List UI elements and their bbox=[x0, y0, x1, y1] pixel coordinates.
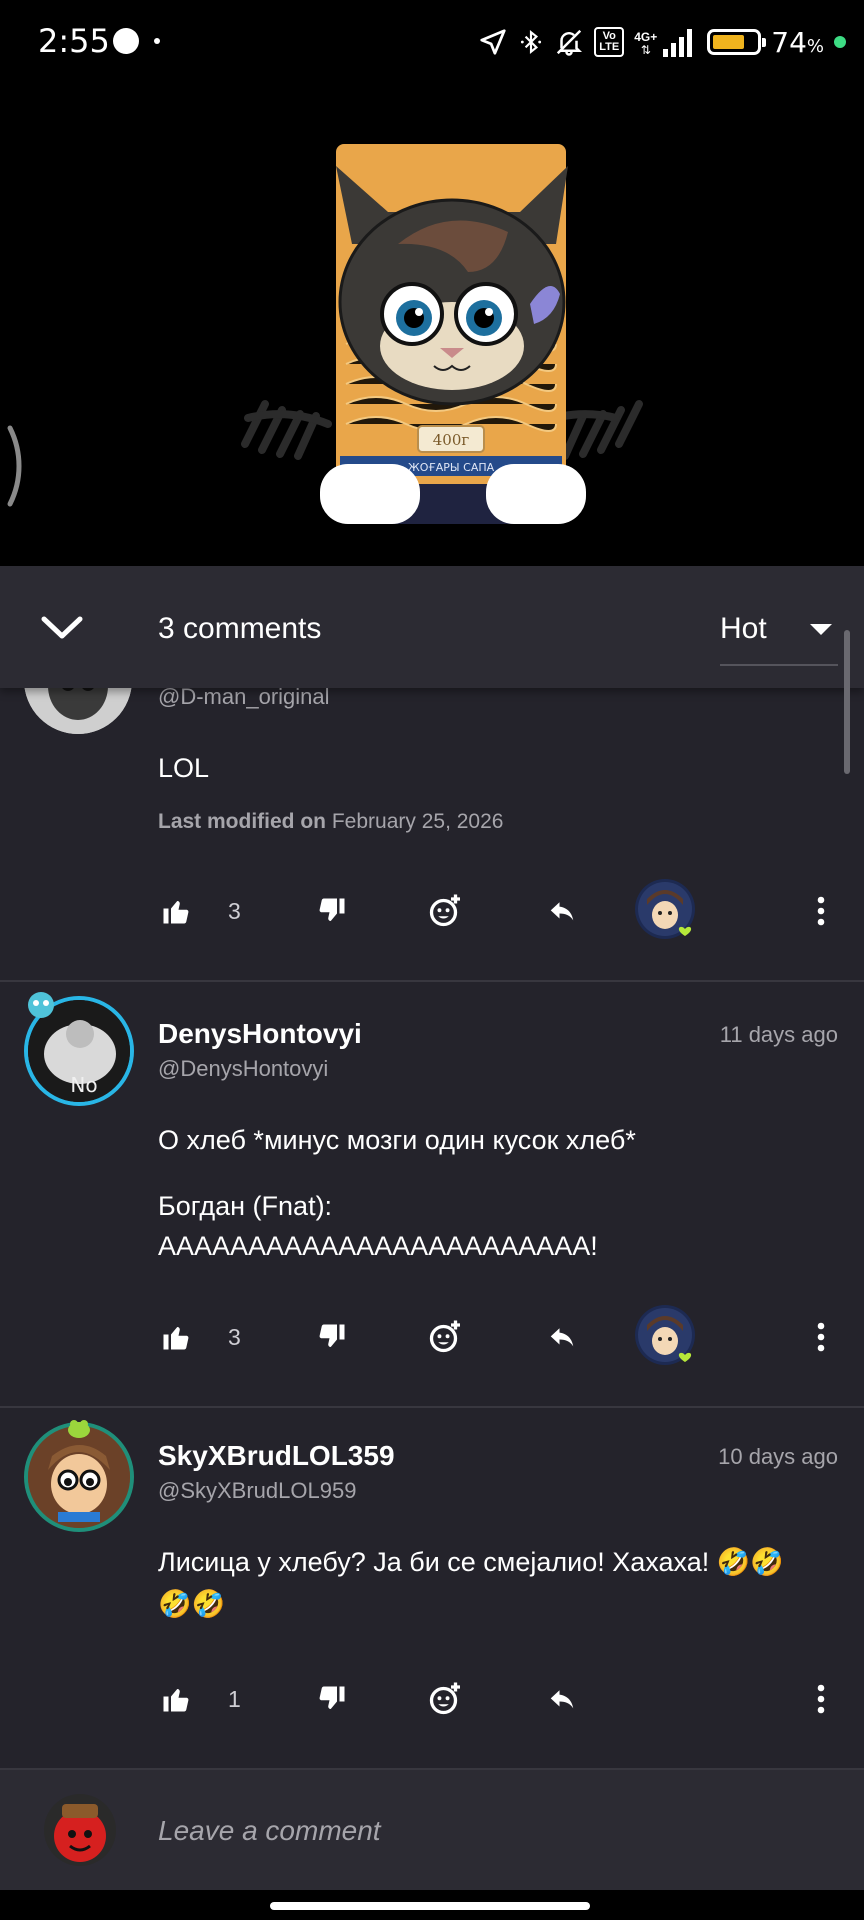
sort-dropdown[interactable]: Hot bbox=[720, 602, 838, 666]
comment-timestamp: 11 days ago bbox=[719, 1022, 838, 1047]
status-time: 2:55 bbox=[38, 22, 110, 60]
comment-composer bbox=[0, 1770, 864, 1890]
creator-heart-badge bbox=[632, 876, 702, 946]
comment-body-line: О хлеб *минус мозги один кусок хлеб* bbox=[158, 1125, 636, 1155]
battery-icon bbox=[707, 29, 767, 55]
add-reaction-icon bbox=[429, 894, 460, 927]
volte-icon: Vo LTE bbox=[594, 27, 625, 57]
comment-username[interactable]: SkyXBrudLOL359 bbox=[158, 1440, 395, 1472]
package-band-text: ЖОҒАРЫ САПА bbox=[408, 461, 495, 474]
reply-button[interactable] bbox=[538, 1302, 586, 1372]
thumbs-up-icon bbox=[163, 901, 189, 924]
like-button[interactable] bbox=[154, 1302, 198, 1372]
comment-body-line: АААААААААААААААААААААААА! bbox=[158, 1231, 598, 1261]
red-character-avatar-icon bbox=[44, 1794, 116, 1866]
comment-username[interactable]: DenysHontovyi bbox=[158, 1018, 362, 1050]
more-notifications-icon bbox=[154, 38, 160, 44]
add-reaction-icon bbox=[429, 1682, 460, 1715]
bell-off-icon bbox=[557, 29, 583, 56]
thumbs-down-icon bbox=[319, 1324, 345, 1347]
privacy-indicator-dot bbox=[834, 36, 846, 48]
creator-avatar-icon bbox=[635, 1305, 695, 1365]
dislike-button[interactable] bbox=[308, 1302, 356, 1372]
comments-header: 3 comments Hot bbox=[0, 566, 864, 688]
comment-body-line: Богдан (Fnat): bbox=[158, 1191, 333, 1221]
like-count: 1 bbox=[228, 1686, 241, 1712]
battery-percent: 74% bbox=[771, 25, 824, 59]
comment-actions: 3 bbox=[0, 1302, 864, 1372]
caret-down-icon bbox=[810, 624, 832, 635]
video-player[interactable]: 400г ЖОҒАРЫ САПА bbox=[0, 84, 864, 566]
creator-heart-badge bbox=[632, 1302, 702, 1372]
comment-actions: 3 bbox=[0, 876, 864, 946]
thumbs-down-icon bbox=[319, 1686, 345, 1709]
mobile-signal-icon: 4G+ ⇅ bbox=[634, 27, 697, 57]
thumbs-down-icon bbox=[319, 898, 345, 921]
current-user-avatar bbox=[44, 1794, 116, 1866]
creator-avatar-icon bbox=[635, 879, 695, 939]
side-swipe-handle[interactable] bbox=[4, 424, 24, 508]
bluetooth-icon bbox=[521, 29, 542, 55]
package-weight-label: 400г bbox=[433, 431, 470, 449]
comment-body-line: Лисица у хлебу? Ја би се смејалио! Хахах… bbox=[158, 1547, 784, 1577]
reply-button[interactable] bbox=[538, 1664, 586, 1734]
more-options-button[interactable] bbox=[806, 876, 836, 946]
cartoon-avatar-icon bbox=[28, 1426, 130, 1528]
location-icon bbox=[480, 29, 506, 55]
more-vertical-icon bbox=[817, 896, 825, 926]
sort-label: Hot bbox=[720, 612, 767, 645]
reply-icon bbox=[550, 1690, 574, 1709]
comment-actions: 1 bbox=[0, 1664, 864, 1734]
comment-body-line: 🤣🤣 bbox=[158, 1589, 226, 1619]
thumbs-up-icon bbox=[163, 1689, 189, 1712]
add-reaction-button[interactable] bbox=[420, 876, 470, 946]
thumbs-up-icon bbox=[163, 1327, 189, 1350]
comment-body: LOL bbox=[158, 753, 210, 783]
comment-timestamp: 10 days ago bbox=[718, 1444, 838, 1469]
add-reaction-button[interactable] bbox=[420, 1302, 470, 1372]
dislike-button[interactable] bbox=[308, 1664, 356, 1734]
home-indicator[interactable] bbox=[270, 1902, 590, 1910]
comment-handle[interactable]: @DenysHontovyi bbox=[158, 1056, 328, 1082]
reply-icon bbox=[550, 1328, 574, 1347]
dislike-button[interactable] bbox=[308, 876, 356, 946]
like-count: 3 bbox=[228, 898, 241, 924]
more-vertical-icon bbox=[817, 1322, 825, 1352]
comment-handle[interactable]: @SkyXBrudLOL959 bbox=[158, 1478, 356, 1504]
avatar-text: No bbox=[70, 1073, 97, 1097]
more-vertical-icon bbox=[817, 1684, 825, 1714]
more-options-button[interactable] bbox=[806, 1664, 836, 1734]
collapse-button[interactable] bbox=[30, 604, 94, 652]
scrollbar[interactable] bbox=[844, 630, 850, 774]
comment-input[interactable] bbox=[158, 1806, 818, 1856]
add-reaction-button[interactable] bbox=[420, 1664, 470, 1734]
modified-note: Last modified on February 25, 2026 bbox=[158, 810, 504, 833]
like-count: 3 bbox=[228, 1324, 241, 1350]
comments-count: 3 comments bbox=[158, 612, 322, 645]
status-bar: 2:55 Vo LTE 4G+ ⇅ 74% bbox=[0, 0, 864, 84]
status-icons: Vo LTE 4G+ ⇅ 74% bbox=[478, 22, 846, 62]
network-type: 4G+ bbox=[634, 30, 658, 44]
notification-dot-icon bbox=[113, 28, 139, 54]
avatar-decoration-icon bbox=[68, 1420, 90, 1438]
more-options-button[interactable] bbox=[806, 1302, 836, 1372]
avatar-decoration-icon bbox=[28, 992, 54, 1018]
add-reaction-icon bbox=[429, 1320, 460, 1353]
chevron-down-icon bbox=[41, 616, 83, 639]
navigation-bar bbox=[0, 1890, 864, 1920]
like-button[interactable] bbox=[154, 876, 198, 946]
reply-button[interactable] bbox=[538, 876, 586, 946]
like-button[interactable] bbox=[154, 1664, 198, 1734]
video-frame-illustration: 400г ЖОҒАРЫ САПА bbox=[241, 144, 643, 524]
reply-icon bbox=[550, 902, 574, 921]
